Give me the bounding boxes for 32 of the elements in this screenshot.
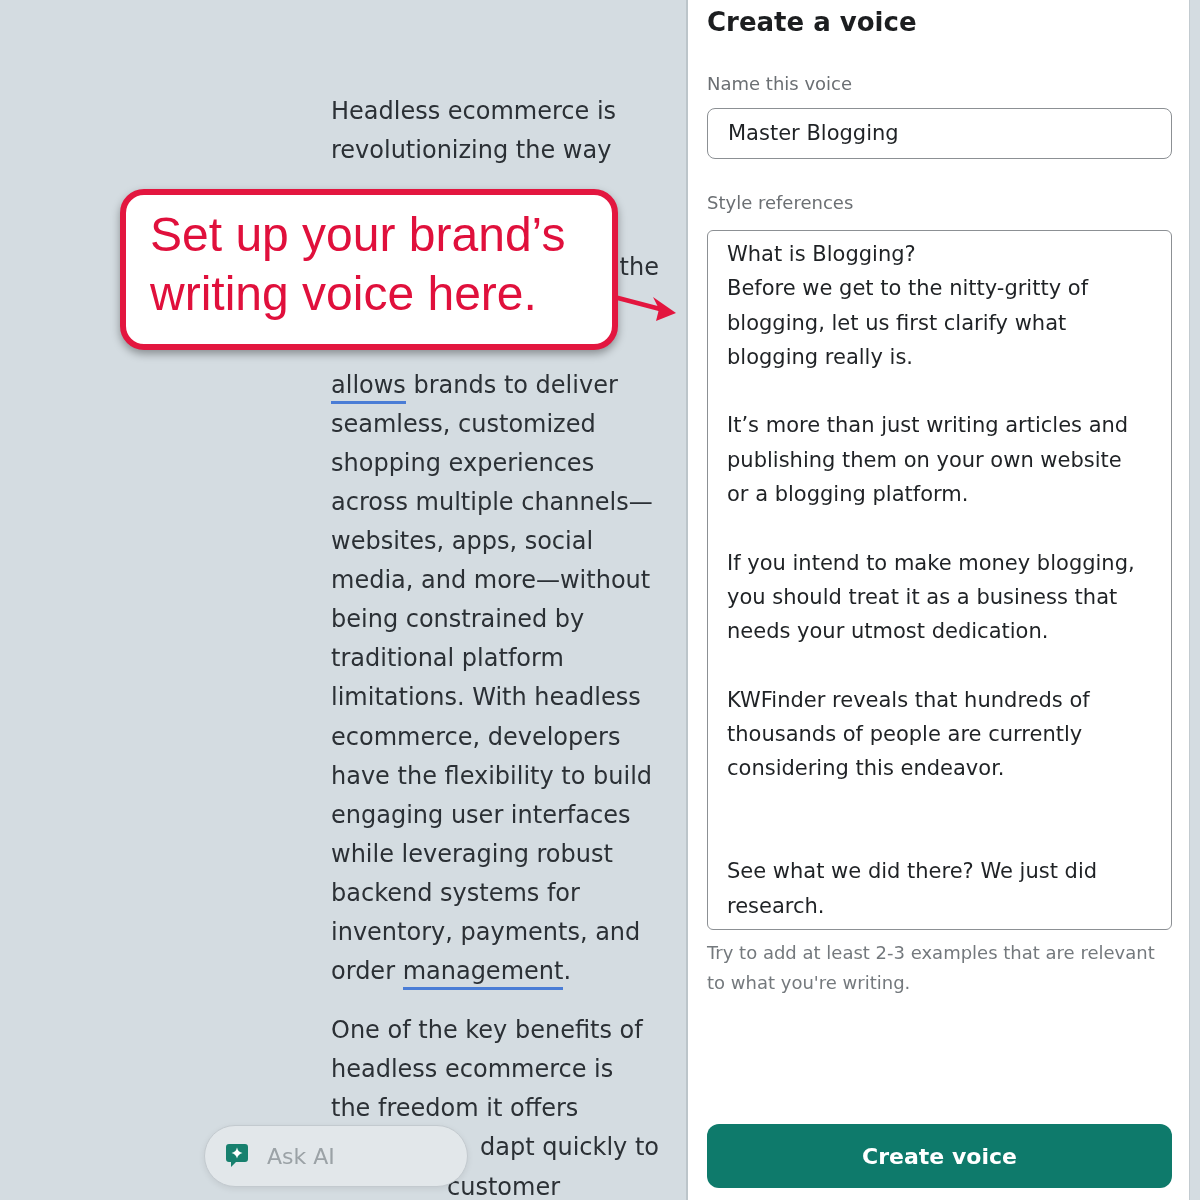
article-line: while leveraging robust	[331, 838, 614, 870]
article-line: across multiple channels—	[331, 486, 654, 518]
hint-text: Try to add at least 2-3 examples that are relevant to what you're writing.	[707, 940, 1156, 995]
style-references-field[interactable]: What is Blogging? Before we get to the nitty-gritty of blogging, let us first clarify what blogging really is. It’s more than just writing articles and publishing them on your own website or a blogging platform. If you intend to make money blogging, you should treat it as a business that needs your utmost dedication. KWFinder reveals that hundreds of thousands of people are currently considering this endeavor. See what we did there? We just did research.	[707, 230, 1172, 930]
chat-sparkle-icon	[226, 1144, 248, 1168]
article-line: have the flexibility to build	[331, 760, 654, 792]
article-line: headless ecommerce is	[331, 1054, 615, 1086]
article-line: backend systems for	[331, 877, 581, 909]
article-line: shopping experiences	[331, 447, 596, 479]
field-label: Style references	[707, 191, 855, 214]
article-line: media, and more—without	[331, 565, 652, 597]
create-voice-button[interactable]: Create voice	[707, 1124, 1172, 1188]
article-line: traditional platform	[331, 643, 565, 675]
article-line: ecommerce, developers	[331, 721, 622, 753]
article-line: Headless ecommerce is	[331, 96, 618, 127]
field-label: Name this voice	[707, 72, 854, 95]
article-line: being constrained by	[331, 604, 586, 636]
article-line: the freedom it offers	[331, 1093, 580, 1125]
article-line: seamless, customized	[331, 408, 597, 440]
voice-name-field[interactable]: Master Blogging	[707, 108, 1172, 159]
article-line: dapt quickly to	[479, 1132, 659, 1164]
article-line: the	[618, 252, 659, 284]
article-line: order management.	[331, 952, 659, 992]
article-line: allows brands to deliver	[331, 365, 659, 405]
article-line: revolutionizing the way	[331, 135, 613, 167]
panel-title: Create a voice	[707, 6, 918, 39]
article-line: engaging user interfaces	[331, 799, 632, 831]
article-line: One of the key benefits of	[331, 1015, 645, 1047]
article-line: inventory, payments, and	[331, 916, 642, 948]
article-line: websites, apps, social	[331, 526, 595, 558]
callout-text: Set up your brand’s writing voice here.	[150, 207, 567, 322]
article-line: limitations. With headless	[331, 682, 642, 714]
